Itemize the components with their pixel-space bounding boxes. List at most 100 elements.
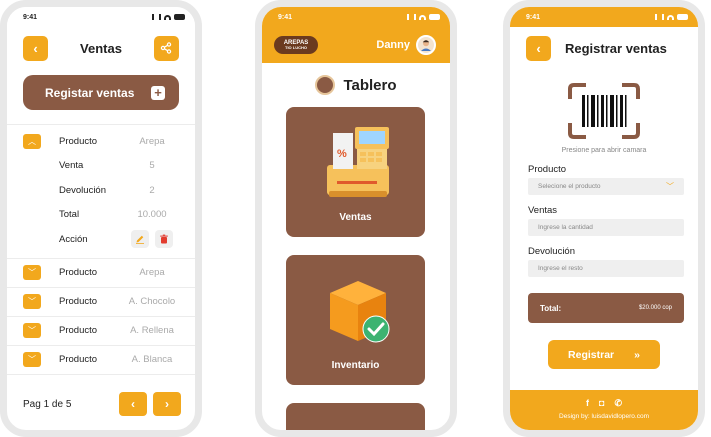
detail-row: ︿ Producto Arepa <box>7 129 195 154</box>
share-button[interactable] <box>153 35 179 61</box>
instagram-icon[interactable]: ◘ <box>599 398 604 409</box>
status-bar: 9:41 <box>262 7 450 27</box>
page-title: Registrar ventas <box>565 40 667 56</box>
devolucion-input[interactable]: Ingrese el resto <box>528 260 684 277</box>
detail-value: 5 <box>149 160 155 172</box>
prev-page-button[interactable]: ‹ <box>119 392 147 416</box>
expanded-item: ︿ Producto Arepa Venta 5 Devolución 2 To… <box>7 125 195 258</box>
status-icons <box>655 14 688 20</box>
list-item[interactable]: ﹀ Producto A. Chocolo <box>7 288 195 316</box>
ventas-input[interactable]: Ingrese la cantidad <box>528 219 684 236</box>
signal-icon <box>655 14 664 20</box>
chevron-down-icon[interactable]: ﹀ <box>23 323 41 338</box>
user-avatar-icon <box>418 37 434 53</box>
list-item[interactable]: ﹀ Producto Arepa <box>7 259 195 287</box>
chevron-up-icon[interactable]: ︿ <box>23 133 41 149</box>
pagination: Pag 1 de 5 ‹ › <box>7 392 195 416</box>
producto-placeholder: Selecione el producto <box>538 183 601 190</box>
ventas-card[interactable]: % Ventas <box>286 107 425 237</box>
edit-button[interactable] <box>131 230 149 249</box>
status-time: 9:41 <box>23 13 38 21</box>
list-item-value: A. Blanca <box>131 354 173 365</box>
registrar-label: Registrar <box>568 348 615 361</box>
detail-label: Venta <box>59 160 84 172</box>
detail-label: Devolución <box>59 184 106 196</box>
list-item-label: Producto <box>59 325 98 336</box>
footer: f ◘ ✆ Design by: luisdavidlopero.com <box>510 390 698 430</box>
ventas-label: Ventas <box>528 205 558 216</box>
devolucion-label: Devolución <box>528 246 575 257</box>
signal-icon <box>152 14 161 20</box>
register-sales-button[interactable]: Registar ventas + <box>23 75 179 110</box>
battery-icon <box>174 14 185 20</box>
registrar-button[interactable]: Registrar » <box>548 340 660 369</box>
list-item-label: Producto <box>59 296 98 307</box>
ventas-card-label: Ventas <box>339 212 372 223</box>
status-icons <box>407 14 440 20</box>
phone-registro: 9:41 ‹ Registrar ventas Presione para ab… <box>503 0 705 437</box>
detail-value: Arepa <box>139 135 165 147</box>
phone-ventas: 9:41 ‹ Ventas Registar ventas + ︿ Produc… <box>0 0 202 437</box>
devolucion-placeholder: Ingrese el resto <box>538 265 583 272</box>
trash-icon <box>160 234 168 244</box>
detail-row: Devolución 2 <box>7 178 195 203</box>
list-item-value: A. Chocolo <box>128 296 176 307</box>
chevron-down-icon[interactable]: ﹀ <box>23 294 41 309</box>
detail-label: Total <box>59 209 80 221</box>
avatar[interactable] <box>416 35 436 55</box>
plus-icon: + <box>151 85 165 100</box>
dashboard-header: Tablero <box>262 63 450 107</box>
detail-value: 10.000 <box>137 209 167 221</box>
page-title: Ventas <box>80 40 122 56</box>
producto-select[interactable]: Selecione el producto ﹀ <box>528 178 684 195</box>
chevron-down-icon[interactable]: ﹀ <box>23 265 41 280</box>
social-icons: f ◘ ✆ <box>510 398 698 409</box>
wifi-icon <box>164 14 171 20</box>
battery-icon <box>429 14 440 20</box>
scan-hint: Presione para abrir camara <box>561 147 647 154</box>
pencil-icon <box>136 235 144 245</box>
cash-register-icon: % <box>327 127 389 197</box>
whatsapp-icon[interactable]: ✆ <box>614 398 622 409</box>
facebook-icon[interactable]: f <box>586 398 589 409</box>
ventas-header: ‹ Ventas <box>7 27 195 69</box>
status-time: 9:41 <box>278 13 293 21</box>
back-button[interactable]: ‹ <box>526 35 551 61</box>
wifi-icon <box>419 14 426 20</box>
barcode-scanner-button[interactable] <box>566 83 642 139</box>
user-name: Danny <box>376 39 410 51</box>
next-page-button[interactable]: › <box>153 392 181 416</box>
list-item[interactable]: ﹀ Producto A. Blanca <box>7 346 195 374</box>
user-menu[interactable]: Danny <box>376 35 436 55</box>
signal-icon <box>407 14 416 20</box>
back-button[interactable]: ‹ <box>23 35 48 61</box>
mockup-stage: 9:41 ‹ Ventas Registar ventas + ︿ Produc… <box>0 0 711 437</box>
partial-card[interactable] <box>286 403 425 430</box>
footer-credit: Design by: luisdavidlopero.com <box>559 413 649 420</box>
status-icons <box>152 14 185 20</box>
list-item-value: A. Rellena <box>130 325 174 336</box>
list-item[interactable]: ﹀ Producto A. Rellena <box>7 317 195 345</box>
delete-button[interactable] <box>155 230 173 249</box>
chevron-down-icon[interactable]: ﹀ <box>23 352 41 367</box>
total-box: Total: $20.000 cop <box>528 293 684 323</box>
inventario-card[interactable]: Inventario <box>286 255 425 385</box>
page-indicator: Pag 1 de 5 <box>23 398 72 410</box>
status-bar: 9:41 <box>510 7 698 27</box>
status-time: 9:41 <box>526 13 541 21</box>
arepa-icon <box>315 75 336 95</box>
box-check-icon <box>330 281 390 343</box>
total-label: Total: <box>540 303 562 313</box>
status-bar: 9:41 <box>7 7 195 27</box>
barcode-icon <box>568 83 640 139</box>
brand-logo: AREPAS TIO LUCHO <box>274 36 318 54</box>
double-chevron-right-icon: » <box>634 348 640 361</box>
logo-line2: TIO LUCHO <box>285 45 307 50</box>
collapsed-list: ﹀ Producto Arepa ﹀ Producto A. Chocolo ﹀… <box>7 257 195 375</box>
action-buttons <box>131 230 173 249</box>
detail-label: Producto <box>59 135 98 147</box>
phone-dashboard: 9:41 AREPAS TIO LUCHO Danny Tablero % Ve… <box>255 0 457 437</box>
wifi-icon <box>667 14 674 20</box>
app-topbar: AREPAS TIO LUCHO Danny <box>262 27 450 63</box>
page-title: Tablero <box>343 76 397 94</box>
